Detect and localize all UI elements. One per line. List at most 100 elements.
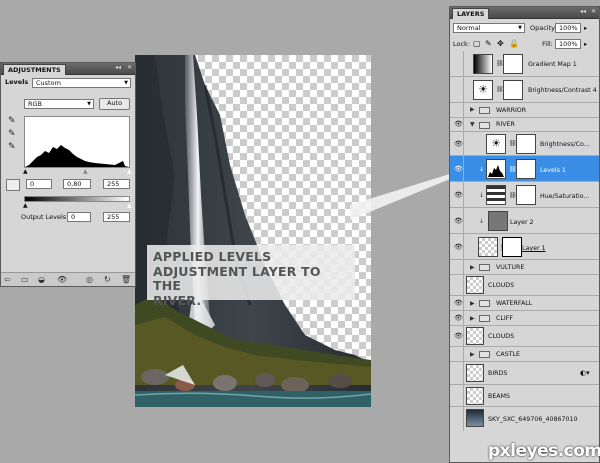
clip-arrow-icon: ↓ [479,192,485,199]
close-panel-icon[interactable]: ✕ [127,64,132,71]
input-gamma-slider-icon[interactable]: ▲ [83,169,88,175]
layer-thumbnail [466,387,484,405]
layer-effects-icon[interactable]: ◐▾ [580,369,590,377]
eye-icon: 👁 [454,314,463,322]
mask-thumbnail [502,237,522,257]
layer-name: Brightness/Co... [540,141,590,148]
expand-triangle-icon[interactable]: ▶ [470,300,475,307]
input-black-field[interactable]: 0 [26,179,52,189]
lock-position-icon[interactable]: ✥ [497,39,504,48]
layers-tab[interactable]: LAYERS [452,8,490,19]
visibility-toggle[interactable] [451,77,464,102]
folder-icon [479,264,490,271]
adjustments-titlebar[interactable]: ADJUSTMENTS ◂◂ ✕ [1,63,135,75]
visibility-toggle[interactable] [451,385,464,406]
fill-label: Fill: [542,40,553,48]
output-black-slider-icon[interactable]: ▲ [23,203,28,209]
white-point-eyedropper-icon[interactable]: ✎ [8,142,16,152]
blend-mode-dropdown[interactable]: Normal ▼ [453,23,525,33]
reset-icon[interactable]: ↻ [104,275,111,284]
layer-row[interactable]: 👁 ↓ Layer 2 [450,208,599,234]
visibility-toggle[interactable]: 👁 [451,182,464,207]
adjustments-panel: ADJUSTMENTS ◂◂ ✕ Levels Custom ▼ RGB ▼ Aut… [0,62,136,287]
fill-slider-icon[interactable]: ▸ [584,40,587,48]
eye-icon: 👁 [454,299,463,307]
expand-view-icon[interactable]: ▭ [21,275,29,284]
visibility-toggle[interactable] [451,103,464,117]
levels-icon [486,159,506,179]
return-arrow-icon[interactable]: ⇦ [4,275,11,284]
histogram [24,116,130,168]
visibility-toggle[interactable]: 👁 [451,156,464,181]
layers-panel: LAYERS ◂◂ ✕ Normal ▼ Opacity: 100% ▸ Lock… [449,6,600,463]
layer-row[interactable]: BEAMS [450,385,599,407]
opacity-slider-icon[interactable]: ▸ [584,24,587,32]
layer-row[interactable]: 👁 ☀ ⛓ Brightness/Co... [450,132,599,156]
layer-row[interactable]: 👁 ⛓ Layer 1 [450,234,599,260]
visibility-icon[interactable]: 👁 [57,275,67,284]
visibility-toggle[interactable] [451,407,464,431]
black-point-eyedropper-icon[interactable]: ✎ [8,116,16,126]
visibility-toggle[interactable] [451,51,464,76]
layers-titlebar[interactable]: LAYERS ◂◂ ✕ [450,7,599,19]
visibility-toggle[interactable] [451,260,464,274]
collapse-icon[interactable]: ◂◂ [115,64,121,71]
output-white-field[interactable]: 255 [103,212,130,222]
visibility-toggle[interactable] [451,347,464,361]
input-gamma-field[interactable]: 0,80 [63,179,91,189]
lock-transparency-icon[interactable]: ▢ [473,39,481,48]
expand-triangle-icon[interactable]: ▶ [470,315,475,322]
group-row[interactable]: ▶ WARRIOR [450,103,599,118]
auto-button[interactable]: Auto [99,98,130,110]
lock-all-icon[interactable]: 🔒 [509,39,519,48]
layer-row[interactable]: 👁 ↓ ⛓ Hue/Saturatio... [450,182,599,208]
gray-point-eyedropper-icon[interactable]: ✎ [8,129,16,139]
input-white-field[interactable]: 255 [103,179,130,189]
layer-row[interactable]: ⛓ Gradient Map 1 [450,51,599,77]
input-black-slider-icon[interactable]: ▲ [23,169,28,175]
document-canvas[interactable] [135,55,371,407]
expand-triangle-icon[interactable]: ▶ [470,351,475,358]
layer-row[interactable]: 👁 CLOUDS [450,326,599,347]
visibility-toggle[interactable] [451,362,464,384]
channel-dropdown[interactable]: RGB ▼ [24,99,94,109]
collapse-icon[interactable]: ◂◂ [580,8,586,15]
adjustments-tab[interactable]: ADJUSTMENTS [3,64,66,75]
view-previous-icon[interactable]: ◎ [86,275,93,284]
layer-row[interactable]: BIRDS ◐▾ [450,362,599,385]
collapse-triangle-icon[interactable]: ▼ [470,121,475,128]
group-row[interactable]: 👁 ▼ RIVER [450,118,599,132]
input-white-slider-icon[interactable]: ▲ [127,169,132,175]
visibility-toggle[interactable]: 👁 [451,326,464,346]
layer-row-selected[interactable]: 👁 ↓ ⛓ Levels 1 [450,156,599,182]
group-row[interactable]: 👁 ▶ CLIFF [450,311,599,326]
lock-image-icon[interactable]: ✎ [485,39,492,48]
expand-triangle-icon[interactable]: ▶ [470,106,475,113]
layer-row[interactable]: CLOUDS [450,275,599,296]
output-black-field[interactable]: 0 [67,212,91,222]
expand-triangle-icon[interactable]: ▶ [470,264,475,271]
visibility-toggle[interactable]: 👁 [451,208,464,233]
group-row[interactable]: ▶ VULTURE [450,260,599,275]
fill-field[interactable]: 100% [555,39,581,49]
preset-dropdown[interactable]: Custom ▼ [32,78,131,88]
trash-icon[interactable]: 🗑 [121,275,131,284]
opacity-field[interactable]: 100% [555,23,581,33]
clip-icon[interactable]: ◒ [38,275,45,284]
visibility-toggle[interactable]: 👁 [451,234,464,259]
layer-row[interactable]: ☀ ⛓ Brightness/Contrast 4 [450,77,599,103]
layer-thumbnail [466,276,484,294]
visibility-toggle[interactable]: 👁 [451,296,464,310]
group-row[interactable]: ▶ CASTLE [450,347,599,362]
output-white-slider-icon[interactable]: ▲ [127,203,132,209]
visibility-toggle[interactable]: 👁 [451,311,464,325]
eye-icon: 👁 [454,165,463,173]
layer-thumbnail [488,211,508,231]
visibility-toggle[interactable]: 👁 [451,132,464,155]
clip-to-layer-icon[interactable] [6,179,20,191]
group-row[interactable]: 👁 ▶ WATERFALL [450,296,599,311]
visibility-toggle[interactable] [451,275,464,295]
close-panel-icon[interactable]: ✕ [591,8,596,15]
visibility-toggle[interactable]: 👁 [451,118,464,131]
layer-row[interactable]: SKY_SXC_649706_40867010 [450,407,599,431]
